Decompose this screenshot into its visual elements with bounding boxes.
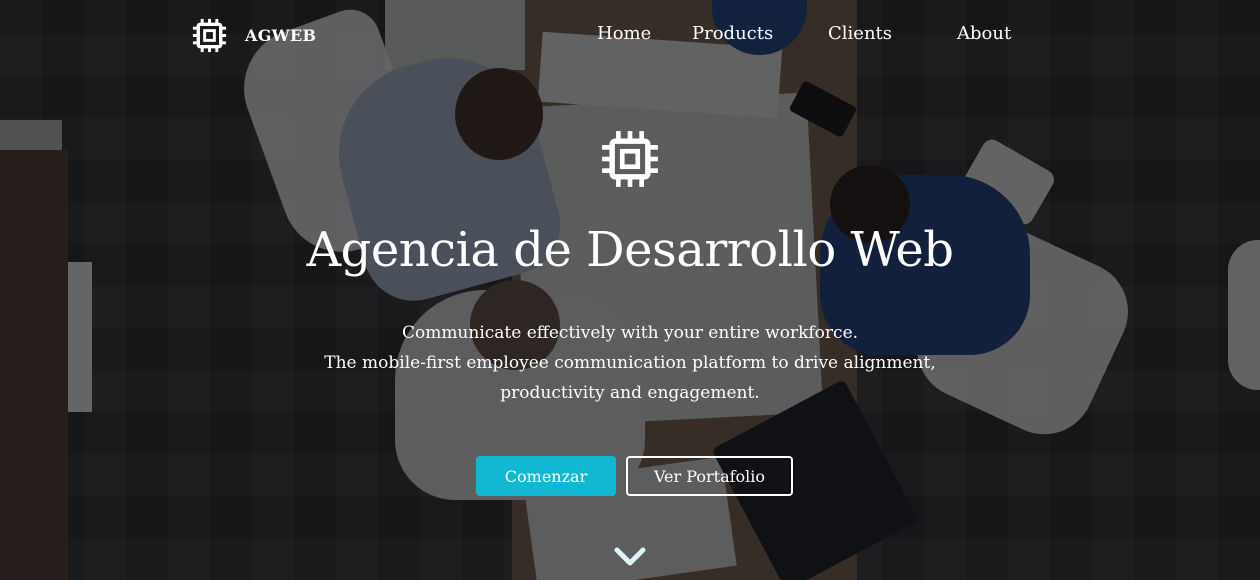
chip-icon	[190, 16, 229, 55]
view-portfolio-button[interactable]: Ver Portafolio	[626, 456, 793, 496]
start-button[interactable]: Comenzar	[476, 456, 616, 496]
nav-link-clients[interactable]: Clients	[828, 23, 892, 44]
hero-subtitle-line: Communicate effectively with your entire…	[401, 323, 859, 343]
hero-subtitle: Communicate effectively with your entire…	[0, 318, 1260, 408]
nav-link-home[interactable]: Home	[597, 23, 651, 44]
hero-subtitle-line: The mobile-first employee communication …	[324, 353, 936, 373]
hero-subtitle-line: productivity and engagement.	[500, 383, 760, 403]
chip-icon	[599, 128, 661, 190]
top-navbar: AGWEB Home Products Clients About	[0, 0, 1260, 70]
nav-link-about[interactable]: About	[957, 23, 1011, 44]
hero-section: AGWEB Home Products Clients About Agenci…	[0, 0, 1260, 580]
chevron-down-icon[interactable]	[612, 545, 648, 569]
hero-title: Agencia de Desarrollo Web	[306, 222, 954, 278]
nav-link-products[interactable]: Products	[692, 23, 773, 44]
brand-logo-link[interactable]: AGWEB	[190, 16, 316, 55]
brand-name: AGWEB	[245, 26, 317, 45]
